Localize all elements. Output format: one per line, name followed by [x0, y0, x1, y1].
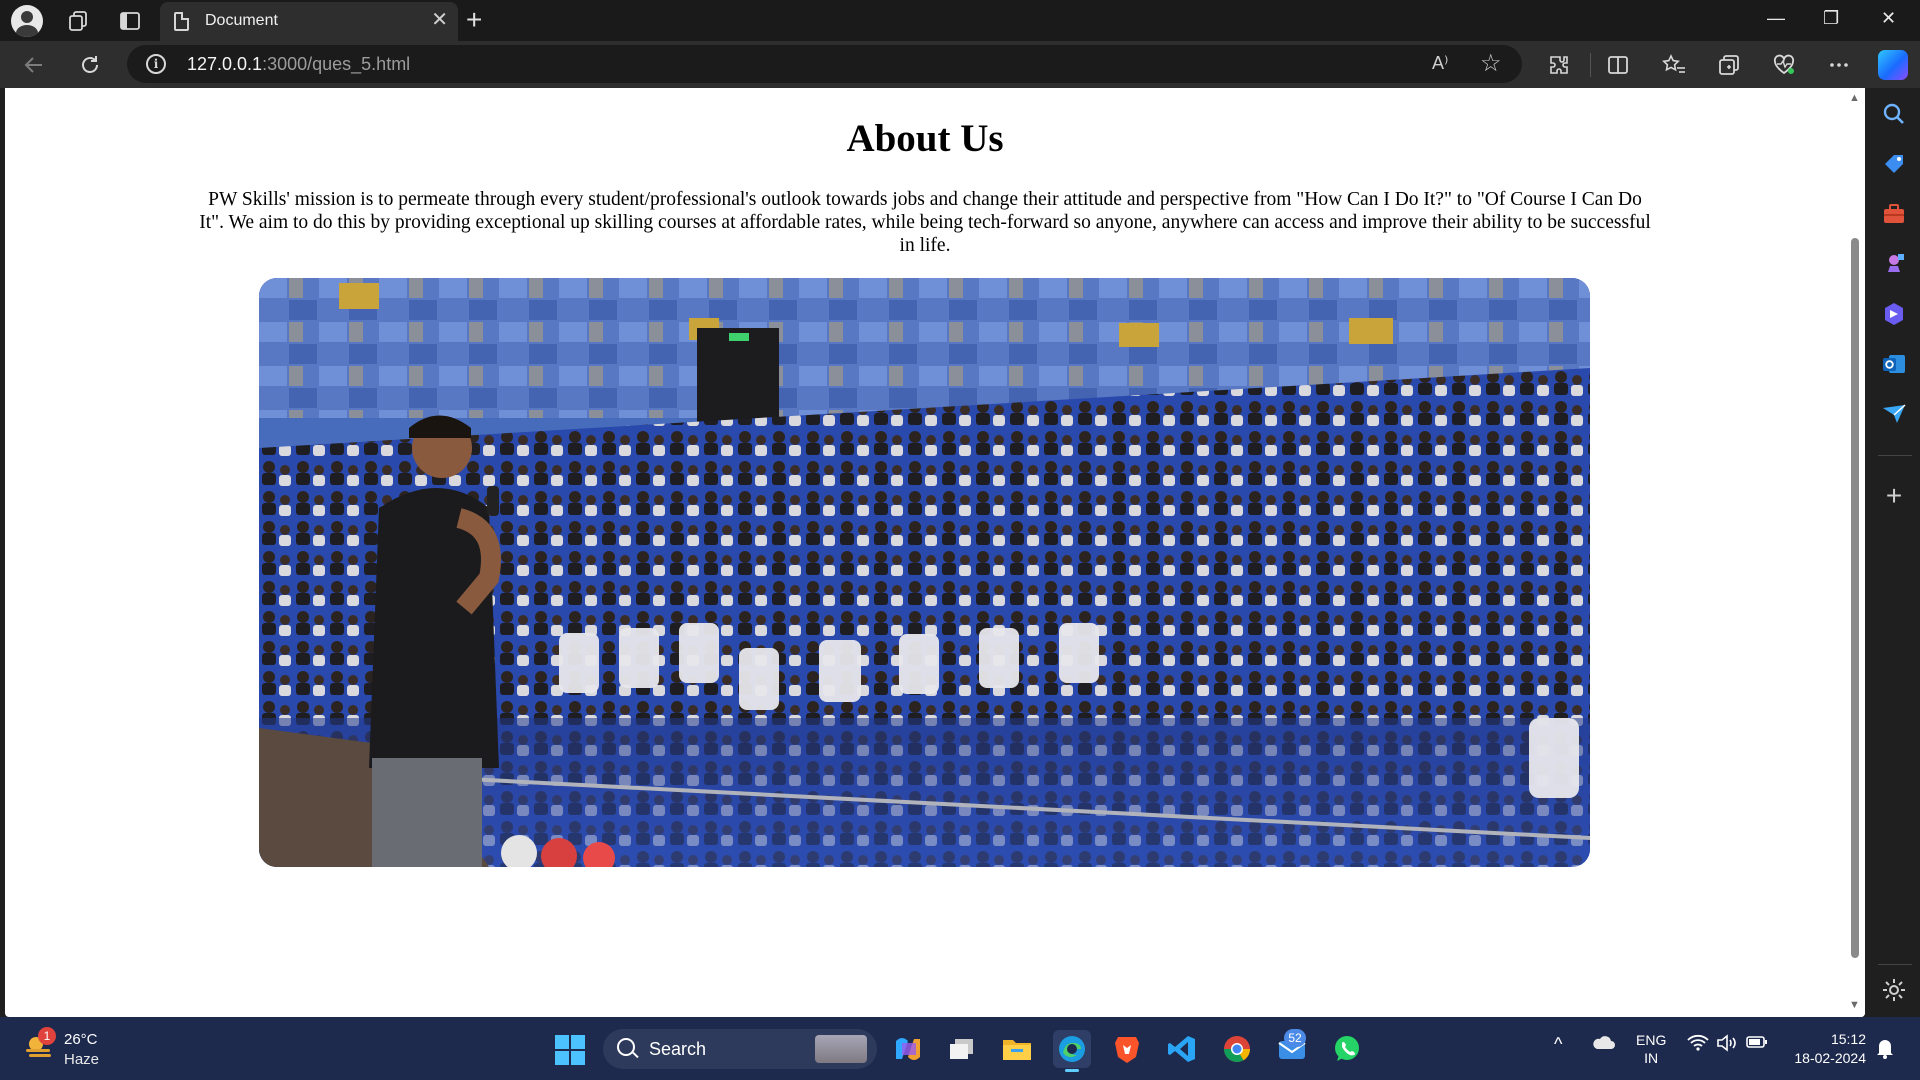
- browser-title-bar: Document ✕ + — ❐ ✕: [0, 0, 1920, 41]
- wifi-icon[interactable]: [1687, 1034, 1709, 1057]
- url-text[interactable]: 127.0.0.1:3000/ques_5.html: [187, 54, 410, 75]
- address-bar[interactable]: i 127.0.0.1:3000/ques_5.html A⁾ ☆: [127, 45, 1522, 83]
- start-button[interactable]: [555, 1035, 585, 1065]
- shopping-icon[interactable]: [1880, 150, 1908, 178]
- clock[interactable]: 15:12 18-02-2024: [1782, 1030, 1866, 1068]
- favorite-star-icon[interactable]: ☆: [1480, 49, 1502, 78]
- collections-icon[interactable]: [1715, 51, 1743, 79]
- tools-icon[interactable]: [1880, 200, 1908, 228]
- restore-button[interactable]: ❐: [1823, 8, 1839, 29]
- task-view-icon[interactable]: [943, 1030, 981, 1068]
- page-title: About Us: [846, 117, 1004, 160]
- copilot-designer-icon[interactable]: [1880, 300, 1908, 328]
- tab-title: Document: [205, 12, 278, 29]
- tab-actions-icon[interactable]: [114, 5, 146, 37]
- sidebar-divider: [1878, 964, 1912, 965]
- mail-unread-badge: 52: [1284, 1029, 1306, 1047]
- close-window-button[interactable]: ✕: [1881, 8, 1896, 29]
- profile-icon[interactable]: [11, 5, 43, 37]
- toolbar-divider: [1590, 53, 1591, 77]
- vscode-app-icon[interactable]: [1163, 1030, 1201, 1068]
- outlook-icon[interactable]: [1880, 350, 1908, 378]
- notification-bell-icon[interactable]: [1875, 1037, 1895, 1059]
- add-icon[interactable]: +: [1880, 482, 1908, 510]
- browser-essentials-icon[interactable]: [1770, 51, 1798, 79]
- extensions-icon[interactable]: [1545, 51, 1573, 79]
- weather-temperature[interactable]: 26°C: [64, 1031, 98, 1048]
- back-icon[interactable]: [20, 51, 48, 79]
- scroll-thumb[interactable]: [1851, 238, 1859, 958]
- settings-icon[interactable]: [1880, 976, 1908, 1004]
- page-viewport: About Us PW Skills' mission is to permea…: [5, 88, 1865, 1017]
- windows-taskbar: 1 26°C Haze Search 52 ^ ENG IN 15:12 18-…: [0, 1017, 1920, 1080]
- workspaces-icon[interactable]: [62, 5, 94, 37]
- weather-condition[interactable]: Haze: [64, 1051, 99, 1068]
- sidebar-divider: [1878, 455, 1912, 456]
- copilot-app-icon[interactable]: [889, 1030, 927, 1068]
- taskbar-search[interactable]: Search: [603, 1029, 877, 1069]
- search-highlight-image: [815, 1035, 867, 1063]
- scroll-up-arrow-icon[interactable]: ▲: [1849, 92, 1860, 104]
- page-icon: [174, 12, 189, 31]
- active-tab[interactable]: Document ✕: [160, 2, 458, 41]
- edge-sidebar: +: [1870, 88, 1920, 1017]
- volume-icon[interactable]: [1716, 1034, 1738, 1057]
- new-tab-button[interactable]: +: [466, 6, 482, 34]
- chrome-app-icon[interactable]: [1218, 1030, 1256, 1068]
- clock-date: 18-02-2024: [1794, 1050, 1866, 1066]
- search-label: Search: [649, 1039, 707, 1059]
- battery-icon[interactable]: [1746, 1034, 1768, 1055]
- games-icon[interactable]: [1880, 250, 1908, 278]
- search-icon: [617, 1038, 635, 1056]
- clock-time: 15:12: [1830, 1031, 1866, 1047]
- page-scrollbar[interactable]: ▲ ▼: [1845, 88, 1865, 1017]
- active-app-indicator: [1065, 1069, 1079, 1072]
- tray-chevron-icon[interactable]: ^: [1554, 1034, 1562, 1055]
- whatsapp-app-icon[interactable]: [1328, 1030, 1366, 1068]
- file-explorer-icon[interactable]: [998, 1030, 1036, 1068]
- send-icon[interactable]: [1880, 400, 1908, 428]
- favorites-icon[interactable]: [1660, 51, 1688, 79]
- weather-alert-badge: 1: [38, 1027, 56, 1045]
- mission-paragraph: PW Skills' mission is to permeate throug…: [199, 189, 1651, 256]
- auditorium-photo: [259, 278, 1590, 867]
- onedrive-icon[interactable]: [1591, 1034, 1615, 1055]
- more-icon[interactable]: [1825, 51, 1853, 79]
- read-aloud-icon[interactable]: A⁾: [1432, 53, 1448, 74]
- scroll-down-arrow-icon[interactable]: ▼: [1849, 999, 1860, 1011]
- close-tab-icon[interactable]: ✕: [431, 10, 448, 30]
- split-screen-icon[interactable]: [1604, 51, 1632, 79]
- edge-app-icon[interactable]: [1053, 1030, 1091, 1072]
- copilot-icon[interactable]: [1878, 50, 1908, 80]
- language-indicator[interactable]: ENG IN: [1636, 1031, 1666, 1067]
- site-info-icon[interactable]: i: [146, 54, 166, 74]
- browser-toolbar: i 127.0.0.1:3000/ques_5.html A⁾ ☆: [0, 41, 1920, 88]
- reload-icon[interactable]: [76, 51, 104, 79]
- brave-app-icon[interactable]: [1108, 1030, 1146, 1068]
- search-icon[interactable]: [1880, 100, 1908, 128]
- minimize-button[interactable]: —: [1767, 8, 1785, 29]
